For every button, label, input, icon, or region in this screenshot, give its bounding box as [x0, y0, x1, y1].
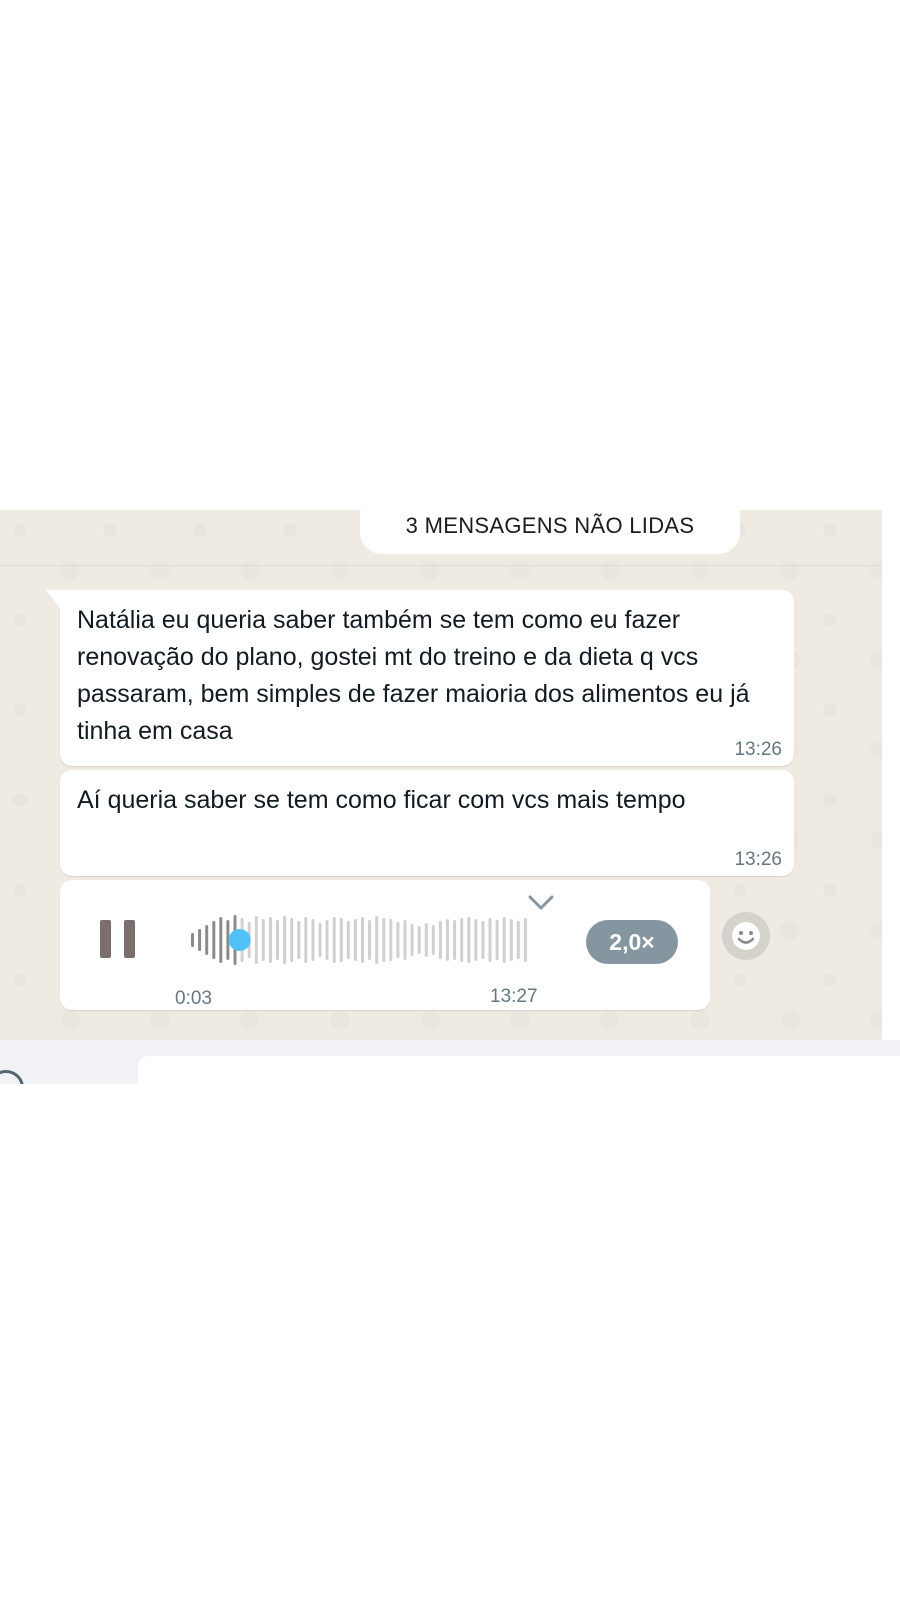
reaction-button[interactable] — [722, 912, 770, 960]
waveform-bar — [460, 918, 464, 962]
audio-elapsed-time: 0:03 — [175, 988, 212, 1009]
waveform-bar — [268, 917, 272, 963]
waveform-bar — [276, 920, 279, 960]
waveform-bar — [467, 917, 471, 963]
waveform-bar — [361, 917, 364, 963]
waveform-bar — [339, 918, 343, 962]
waveform-bar — [474, 919, 478, 961]
waveform-bar — [261, 919, 265, 961]
unread-messages-banner: 3 MENSAGENS NÃO LIDAS — [360, 510, 740, 554]
pause-icon — [100, 920, 111, 958]
message-text: Natália eu queria saber também se tem co… — [77, 606, 750, 745]
unread-messages-label: 3 MENSAGENS NÃO LIDAS — [405, 513, 695, 538]
waveform-bar — [304, 917, 308, 963]
waveform-bar — [396, 922, 400, 958]
waveform-bar — [488, 918, 492, 962]
message-time: 13:26 — [734, 849, 782, 870]
pause-icon — [124, 920, 135, 958]
waveform-bar — [346, 921, 350, 959]
bubble-tail — [46, 590, 60, 608]
message-time: 13:26 — [734, 739, 782, 760]
waveform-bar — [325, 920, 329, 960]
waveform-bar — [212, 921, 216, 959]
playback-speed-button[interactable]: 2,0× — [586, 920, 678, 964]
waveform-bar — [403, 920, 407, 960]
waveform-bar — [516, 921, 520, 959]
waveform-bar — [446, 919, 449, 961]
waveform-bar — [205, 925, 209, 955]
playback-position-handle[interactable] — [228, 929, 251, 951]
waveform-bar — [495, 920, 499, 960]
waveform-bar — [424, 923, 428, 957]
message-bubble[interactable]: Natália eu queria saber também se tem co… — [46, 590, 794, 766]
waveform-bar — [368, 920, 372, 960]
waveform-bar — [297, 921, 301, 959]
waveform-bar — [353, 919, 357, 961]
crop-margin — [0, 1084, 900, 1600]
waveform-bar — [523, 918, 527, 962]
chat-area: 3 MENSAGENS NÃO LIDAS Natália eu queria … — [0, 510, 900, 1040]
waveform-bar — [410, 924, 414, 956]
audio-waveform[interactable] — [190, 910, 530, 970]
waveform-bar — [283, 916, 287, 964]
waveform-bar — [382, 918, 386, 962]
waveform-bar — [509, 919, 513, 961]
pause-button[interactable] — [100, 920, 136, 960]
waveform-bar — [417, 926, 421, 954]
waveform-bar — [290, 918, 294, 962]
crop-margin — [882, 500, 900, 1100]
waveform-bar — [191, 933, 194, 947]
emoji-icon — [732, 922, 760, 950]
waveform-bar — [332, 917, 336, 963]
waveform-bar — [311, 919, 315, 961]
waveform-bar — [453, 920, 457, 960]
waveform-bar — [198, 929, 202, 951]
waveform-bar — [438, 921, 442, 959]
message-bubble[interactable]: Aí queria saber se tem como ficar com vc… — [60, 770, 794, 876]
message-text: Aí queria saber se tem como ficar com vc… — [77, 786, 686, 814]
unread-divider-line — [0, 565, 900, 566]
waveform-bar — [318, 923, 322, 957]
waveform-bar — [389, 919, 393, 961]
waveform-bar — [431, 925, 435, 955]
message-input[interactable] — [138, 1056, 900, 1086]
waveform-bar — [219, 917, 223, 963]
waveform-bar — [375, 916, 379, 964]
waveform-bar — [481, 921, 485, 959]
waveform-bar — [502, 917, 506, 963]
waveform-bar — [254, 916, 258, 964]
voice-message-bubble[interactable]: 0:03 13:27 2,0× — [60, 880, 710, 1010]
message-time: 13:27 — [490, 986, 538, 1007]
chevron-down-icon[interactable] — [528, 894, 554, 912]
